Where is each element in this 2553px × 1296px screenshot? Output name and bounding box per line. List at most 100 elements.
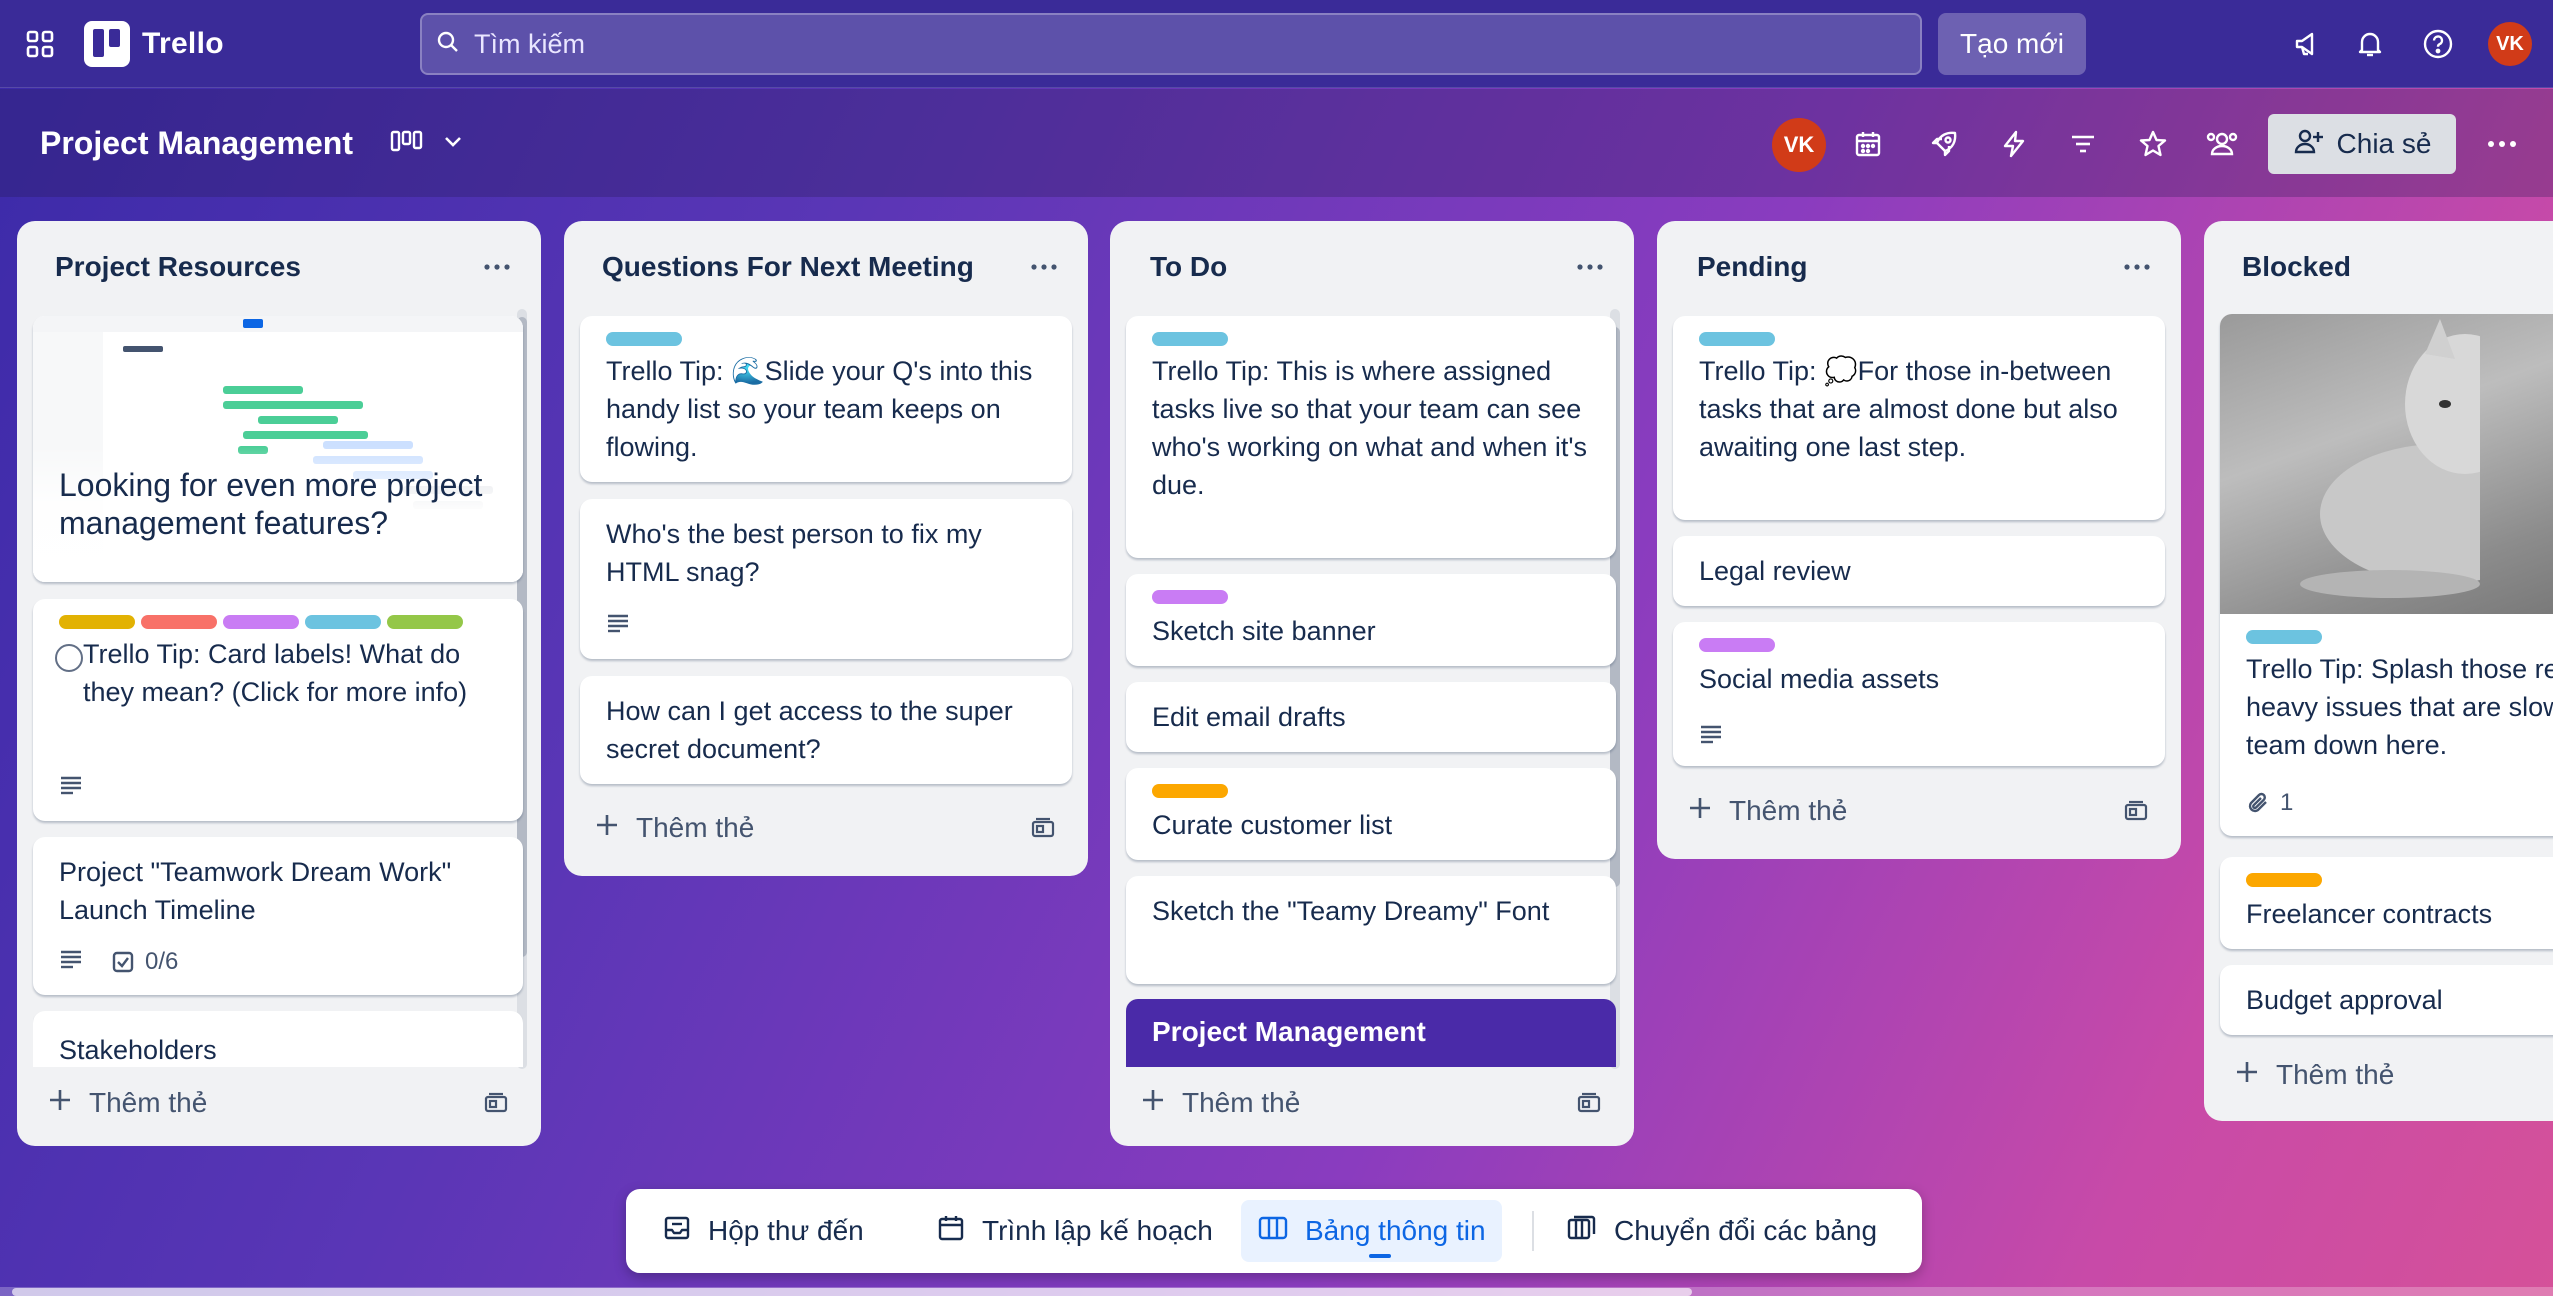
card-badges: 0/6	[59, 943, 178, 981]
label-purple[interactable]	[1152, 590, 1228, 604]
label-sky[interactable]	[305, 615, 381, 629]
workspace-visibility-icon[interactable]	[2199, 121, 2245, 167]
list-header[interactable]: Project Resources	[17, 221, 541, 311]
power-ups-rocket-icon[interactable]	[1921, 121, 1967, 167]
board-member-avatar[interactable]: VK	[1772, 118, 1826, 172]
card-title: Curate customer list	[1152, 810, 1393, 840]
create-from-template-icon[interactable]	[1028, 813, 1058, 843]
card-questions-tip[interactable]: Trello Tip: 🌊Slide your Q's into this ha…	[580, 316, 1072, 482]
card-social-media-assets[interactable]: Social media assets	[1673, 622, 2165, 766]
list-to-do: To Do Trello Tip: This is where assigned…	[1110, 221, 1634, 1146]
label-orange[interactable]	[2246, 873, 2322, 887]
inbox-icon	[662, 1213, 692, 1250]
card-clip: Project Management	[1126, 999, 1616, 1067]
nav-switch-boards-label: Chuyển đổi các bảng	[1614, 1215, 1878, 1246]
label-lime[interactable]	[387, 615, 463, 629]
label-red[interactable]	[141, 615, 217, 629]
create-from-template-icon[interactable]	[481, 1088, 511, 1118]
card-curate-customer-list[interactable]: Curate customer list	[1126, 768, 1616, 860]
create-from-template-icon[interactable]	[2121, 796, 2151, 826]
card-todo-tip[interactable]: Trello Tip: This is where assigned tasks…	[1126, 316, 1616, 558]
megaphone-icon[interactable]	[2286, 22, 2330, 66]
card-pm-features[interactable]: Looking for even more project management…	[33, 316, 523, 582]
list-menu-icon[interactable]	[1568, 249, 1612, 285]
plus-icon	[594, 812, 620, 845]
list-menu-icon[interactable]	[1022, 249, 1066, 285]
card-budget-approval[interactable]: Budget approval	[2220, 965, 2553, 1035]
description-icon	[59, 943, 83, 981]
search-bar[interactable]	[420, 13, 1922, 75]
card-title: Looking for even more project management…	[59, 467, 483, 541]
card-badges	[59, 769, 83, 807]
card-edit-email-drafts[interactable]: Edit email drafts	[1126, 682, 1616, 752]
user-avatar[interactable]: VK	[2488, 22, 2532, 66]
list-header[interactable]: To Do	[1110, 221, 1634, 311]
list-header[interactable]: Pending	[1657, 221, 2181, 311]
board-title[interactable]: Project Management	[40, 125, 353, 162]
nav-inbox[interactable]: Hộp thư đến	[646, 1200, 880, 1262]
app-switcher-icon[interactable]	[20, 24, 60, 64]
share-button[interactable]: Chia sẻ	[2268, 114, 2456, 174]
nav-inbox-label: Hộp thư đến	[708, 1215, 864, 1246]
filter-icon[interactable]	[2060, 121, 2106, 167]
card-legal-review[interactable]: Legal review	[1673, 536, 2165, 606]
create-from-template-icon[interactable]	[1574, 1088, 1604, 1118]
list-menu-icon[interactable]	[475, 249, 519, 285]
plus-icon	[1687, 795, 1713, 828]
more-options-icon[interactable]	[2479, 121, 2525, 167]
label-purple[interactable]	[223, 615, 299, 629]
nav-divider	[1532, 1211, 1534, 1251]
list-title[interactable]: To Do	[1150, 251, 1227, 283]
add-card-button[interactable]: Thêm thẻ	[2234, 1055, 2394, 1095]
list-title[interactable]: Project Resources	[55, 251, 301, 283]
active-tab-indicator	[1369, 1254, 1391, 1258]
card-pending-tip[interactable]: Trello Tip: 💭For those in-between tasks …	[1673, 316, 2165, 520]
label-sky[interactable]	[2246, 630, 2322, 644]
board-horizontal-scrollbar-thumb[interactable]	[12, 1288, 1692, 1296]
list-title[interactable]: Questions For Next Meeting	[602, 251, 974, 283]
notifications-bell-icon[interactable]	[2348, 22, 2392, 66]
list-header[interactable]: Blocked	[2204, 221, 2553, 311]
automation-bolt-icon[interactable]	[1991, 121, 2037, 167]
card-launch-timeline[interactable]: Project "Teamwork Dream Work" Launch Tim…	[33, 837, 523, 995]
label-orange[interactable]	[1152, 784, 1228, 798]
list-header[interactable]: Questions For Next Meeting	[564, 221, 1088, 311]
label-sky[interactable]	[606, 332, 682, 346]
card-title: How can I get access to the super secret…	[606, 696, 1013, 764]
label-sky[interactable]	[1152, 332, 1228, 346]
add-card-button[interactable]: Thêm thẻ	[1140, 1083, 1300, 1123]
label-sky[interactable]	[1699, 332, 1775, 346]
list-title[interactable]: Pending	[1697, 251, 1807, 283]
trello-logo[interactable]: Trello	[84, 20, 224, 68]
card-stakeholders[interactable]: Stakeholders	[33, 1011, 523, 1067]
create-button[interactable]: Tạo mới	[1938, 13, 2086, 75]
card-teamy-dreamy-font[interactable]: Sketch the "Teamy Dreamy" Font	[1126, 876, 1616, 984]
calendar-power-up-icon[interactable]	[1845, 121, 1891, 167]
label-purple[interactable]	[1699, 638, 1775, 652]
list-menu-icon[interactable]	[2115, 249, 2159, 285]
add-card-button[interactable]: Thêm thẻ	[594, 808, 754, 848]
card-sketch-site-banner[interactable]: Sketch site banner	[1126, 574, 1616, 666]
list-project-resources: Project Resources Looking for even more …	[17, 221, 541, 1146]
add-card-button[interactable]: Thêm thẻ	[47, 1083, 207, 1123]
card-secret-document[interactable]: How can I get access to the super secret…	[580, 676, 1072, 784]
nav-switch-boards[interactable]: Chuyển đổi các bảng	[1550, 1200, 1893, 1262]
label-yellow[interactable]	[59, 615, 135, 629]
list-title[interactable]: Blocked	[2242, 251, 2351, 283]
card-html-snag[interactable]: Who's the best person to fix my HTML sna…	[580, 499, 1072, 659]
card-freelancer-contracts[interactable]: Freelancer contracts	[2220, 857, 2553, 949]
complete-checkbox-icon[interactable]	[55, 644, 83, 672]
nav-planner[interactable]: Trình lập kế hoạch	[920, 1200, 1229, 1262]
help-icon[interactable]	[2416, 22, 2460, 66]
add-card-button[interactable]: Thêm thẻ	[1687, 791, 1847, 831]
card-title: Sketch the "Teamy Dreamy" Font	[1152, 896, 1550, 926]
card-blocked-tip[interactable]: Trello Tip: Splash those redtape-heavy i…	[2220, 314, 2553, 836]
star-icon[interactable]	[2130, 121, 2176, 167]
nav-boards-label: Bảng thông tin	[1305, 1215, 1486, 1246]
search-input[interactable]	[474, 28, 1874, 60]
card-title: Freelancer contracts	[2246, 899, 2493, 929]
board-view-switcher[interactable]	[390, 121, 464, 165]
nav-boards[interactable]: Bảng thông tin	[1241, 1200, 1502, 1262]
card-project-management[interactable]: Project Management	[1126, 999, 1616, 1067]
card-labels-tip[interactable]: Trello Tip: Card labels! What do they me…	[33, 599, 523, 821]
